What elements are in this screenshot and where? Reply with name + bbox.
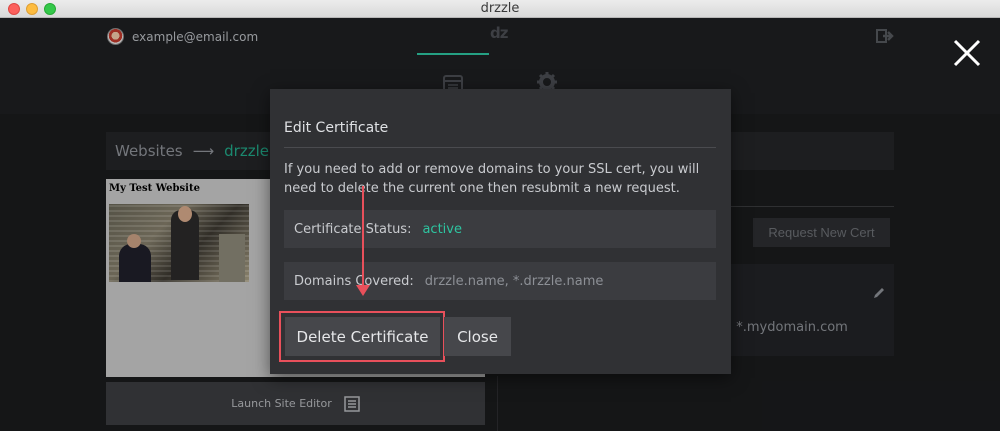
status-label: Certificate Status: [294, 221, 412, 237]
preview-site-title: My Test Website [109, 183, 200, 194]
window-titlebar: drzzle [0, 0, 1000, 18]
avatar [107, 28, 124, 45]
logout-icon[interactable] [876, 28, 894, 44]
cert-domains-text: , *.mydomain.com [728, 320, 848, 335]
domains-value: drzzle.name, *.drzzle.name [424, 273, 604, 289]
domains-covered-row: Domains Covered: drzzle.name, *.drzzle.n… [284, 262, 716, 300]
launch-editor-icon [344, 395, 360, 412]
app-logo: dz [490, 24, 508, 42]
annotation-arrow-head [356, 285, 370, 296]
pencil-icon[interactable] [872, 286, 886, 300]
close-button[interactable]: Close [444, 317, 511, 356]
modal-title: Edit Certificate [284, 120, 389, 136]
delete-certificate-button[interactable]: Delete Certificate [285, 317, 440, 356]
edit-certificate-modal: Edit Certificate If you need to add or r… [270, 89, 731, 374]
breadcrumb-current: drzzle [224, 142, 269, 160]
user-email: example@email.com [132, 29, 259, 44]
modal-description: If you need to add or remove domains to … [284, 162, 700, 196]
preview-image [109, 204, 249, 282]
annotation-arrow [362, 186, 364, 286]
status-badge: active [422, 221, 462, 237]
window-title: drzzle [480, 1, 520, 16]
launch-label: Launch Site Editor [231, 397, 332, 410]
divider [284, 147, 716, 148]
certificate-status-row: Certificate Status: active [284, 210, 716, 248]
domains-label: Domains Covered: [294, 273, 414, 289]
divider [497, 376, 498, 431]
launch-site-editor-button[interactable]: Launch Site Editor [106, 382, 485, 425]
request-new-cert-button[interactable]: Request New Cert [753, 218, 890, 247]
close-icon[interactable] [952, 38, 982, 68]
user-menu[interactable]: example@email.com [107, 28, 258, 45]
breadcrumb-websites[interactable]: Websites [115, 142, 183, 160]
breadcrumb-arrow-icon: ⟶ [192, 142, 215, 160]
